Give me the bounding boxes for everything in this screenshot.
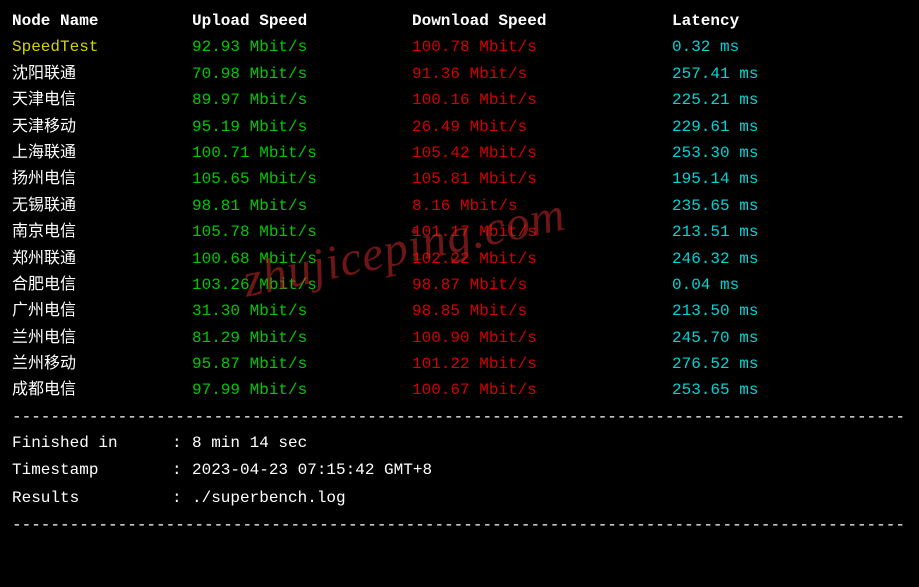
table-row: 南京电信105.78 Mbit/s101.17 Mbit/s213.51 ms <box>12 219 907 245</box>
table-header-row: Node Name Upload Speed Download Speed La… <box>12 8 907 34</box>
upload-speed: 105.78 Mbit/s <box>192 219 412 245</box>
upload-speed: 95.19 Mbit/s <box>192 114 412 140</box>
download-speed: 91.36 Mbit/s <box>412 61 672 87</box>
latency: 253.65 ms <box>672 377 907 403</box>
upload-speed: 70.98 Mbit/s <box>192 61 412 87</box>
footer-timestamp-row: Timestamp : 2023-04-23 07:15:42 GMT+8 <box>12 457 907 484</box>
table-row: 兰州电信81.29 Mbit/s100.90 Mbit/s245.70 ms <box>12 325 907 351</box>
table-row: 上海联通100.71 Mbit/s105.42 Mbit/s253.30 ms <box>12 140 907 166</box>
table-row: 天津移动95.19 Mbit/s26.49 Mbit/s229.61 ms <box>12 114 907 140</box>
node-name: 郑州联通 <box>12 246 192 272</box>
node-name: 兰州移动 <box>12 351 192 377</box>
table-row: 广州电信31.30 Mbit/s98.85 Mbit/s213.50 ms <box>12 298 907 324</box>
table-row: 兰州移动95.87 Mbit/s101.22 Mbit/s276.52 ms <box>12 351 907 377</box>
table-row: 沈阳联通70.98 Mbit/s91.36 Mbit/s257.41 ms <box>12 61 907 87</box>
latency: 235.65 ms <box>672 193 907 219</box>
download-speed: 102.22 Mbit/s <box>412 246 672 272</box>
table-row: 郑州联通100.68 Mbit/s102.22 Mbit/s246.32 ms <box>12 246 907 272</box>
latency: 195.14 ms <box>672 166 907 192</box>
divider-line-bottom: ----------------------------------------… <box>12 512 907 538</box>
results-label: Results <box>12 485 172 512</box>
download-speed: 100.16 Mbit/s <box>412 87 672 113</box>
latency: 213.50 ms <box>672 298 907 324</box>
download-speed: 101.17 Mbit/s <box>412 219 672 245</box>
download-speed: 101.22 Mbit/s <box>412 351 672 377</box>
latency: 0.04 ms <box>672 272 907 298</box>
finished-label: Finished in <box>12 430 172 457</box>
upload-speed: 95.87 Mbit/s <box>192 351 412 377</box>
upload-speed: 105.65 Mbit/s <box>192 166 412 192</box>
finished-value: 8 min 14 sec <box>192 430 907 457</box>
latency: 245.70 ms <box>672 325 907 351</box>
download-speed: 105.81 Mbit/s <box>412 166 672 192</box>
divider-line: ----------------------------------------… <box>12 404 907 430</box>
node-name: 成都电信 <box>12 377 192 403</box>
latency: 225.21 ms <box>672 87 907 113</box>
speedtest-download: 100.78 Mbit/s <box>412 34 672 60</box>
header-latency: Latency <box>672 8 907 34</box>
footer-results-row: Results : ./superbench.log <box>12 485 907 512</box>
results-value: ./superbench.log <box>192 485 907 512</box>
header-node-name: Node Name <box>12 8 192 34</box>
node-name: 兰州电信 <box>12 325 192 351</box>
download-speed: 98.87 Mbit/s <box>412 272 672 298</box>
finished-sep: : <box>172 430 192 457</box>
header-download: Download Speed <box>412 8 672 34</box>
upload-speed: 81.29 Mbit/s <box>192 325 412 351</box>
timestamp-sep: : <box>172 457 192 484</box>
download-speed: 26.49 Mbit/s <box>412 114 672 140</box>
table-row: 合肥电信103.26 Mbit/s98.87 Mbit/s0.04 ms <box>12 272 907 298</box>
node-name: 合肥电信 <box>12 272 192 298</box>
node-name: 南京电信 <box>12 219 192 245</box>
upload-speed: 103.26 Mbit/s <box>192 272 412 298</box>
download-speed: 98.85 Mbit/s <box>412 298 672 324</box>
upload-speed: 98.81 Mbit/s <box>192 193 412 219</box>
node-name: 无锡联通 <box>12 193 192 219</box>
table-row: 无锡联通98.81 Mbit/s8.16 Mbit/s235.65 ms <box>12 193 907 219</box>
upload-speed: 100.68 Mbit/s <box>192 246 412 272</box>
table-row: 扬州电信105.65 Mbit/s105.81 Mbit/s195.14 ms <box>12 166 907 192</box>
results-sep: : <box>172 485 192 512</box>
download-speed: 105.42 Mbit/s <box>412 140 672 166</box>
footer-finished-row: Finished in : 8 min 14 sec <box>12 430 907 457</box>
timestamp-value: 2023-04-23 07:15:42 GMT+8 <box>192 457 907 484</box>
speedtest-upload: 92.93 Mbit/s <box>192 34 412 60</box>
data-rows-container: 沈阳联通70.98 Mbit/s91.36 Mbit/s257.41 ms天津电… <box>12 61 907 404</box>
latency: 229.61 ms <box>672 114 907 140</box>
node-name: 沈阳联通 <box>12 61 192 87</box>
upload-speed: 89.97 Mbit/s <box>192 87 412 113</box>
node-name: 上海联通 <box>12 140 192 166</box>
node-name: 扬州电信 <box>12 166 192 192</box>
table-row: 天津电信89.97 Mbit/s100.16 Mbit/s225.21 ms <box>12 87 907 113</box>
latency: 213.51 ms <box>672 219 907 245</box>
latency: 246.32 ms <box>672 246 907 272</box>
upload-speed: 97.99 Mbit/s <box>192 377 412 403</box>
upload-speed: 31.30 Mbit/s <box>192 298 412 324</box>
node-name: 天津移动 <box>12 114 192 140</box>
header-upload: Upload Speed <box>192 8 412 34</box>
latency: 257.41 ms <box>672 61 907 87</box>
speedtest-latency: 0.32 ms <box>672 34 907 60</box>
node-name: 天津电信 <box>12 87 192 113</box>
latency: 276.52 ms <box>672 351 907 377</box>
timestamp-label: Timestamp <box>12 457 172 484</box>
upload-speed: 100.71 Mbit/s <box>192 140 412 166</box>
download-speed: 100.90 Mbit/s <box>412 325 672 351</box>
speedtest-row: SpeedTest 92.93 Mbit/s 100.78 Mbit/s 0.3… <box>12 34 907 60</box>
table-row: 成都电信97.99 Mbit/s100.67 Mbit/s253.65 ms <box>12 377 907 403</box>
latency: 253.30 ms <box>672 140 907 166</box>
download-speed: 100.67 Mbit/s <box>412 377 672 403</box>
speedtest-name: SpeedTest <box>12 34 192 60</box>
node-name: 广州电信 <box>12 298 192 324</box>
download-speed: 8.16 Mbit/s <box>412 193 672 219</box>
